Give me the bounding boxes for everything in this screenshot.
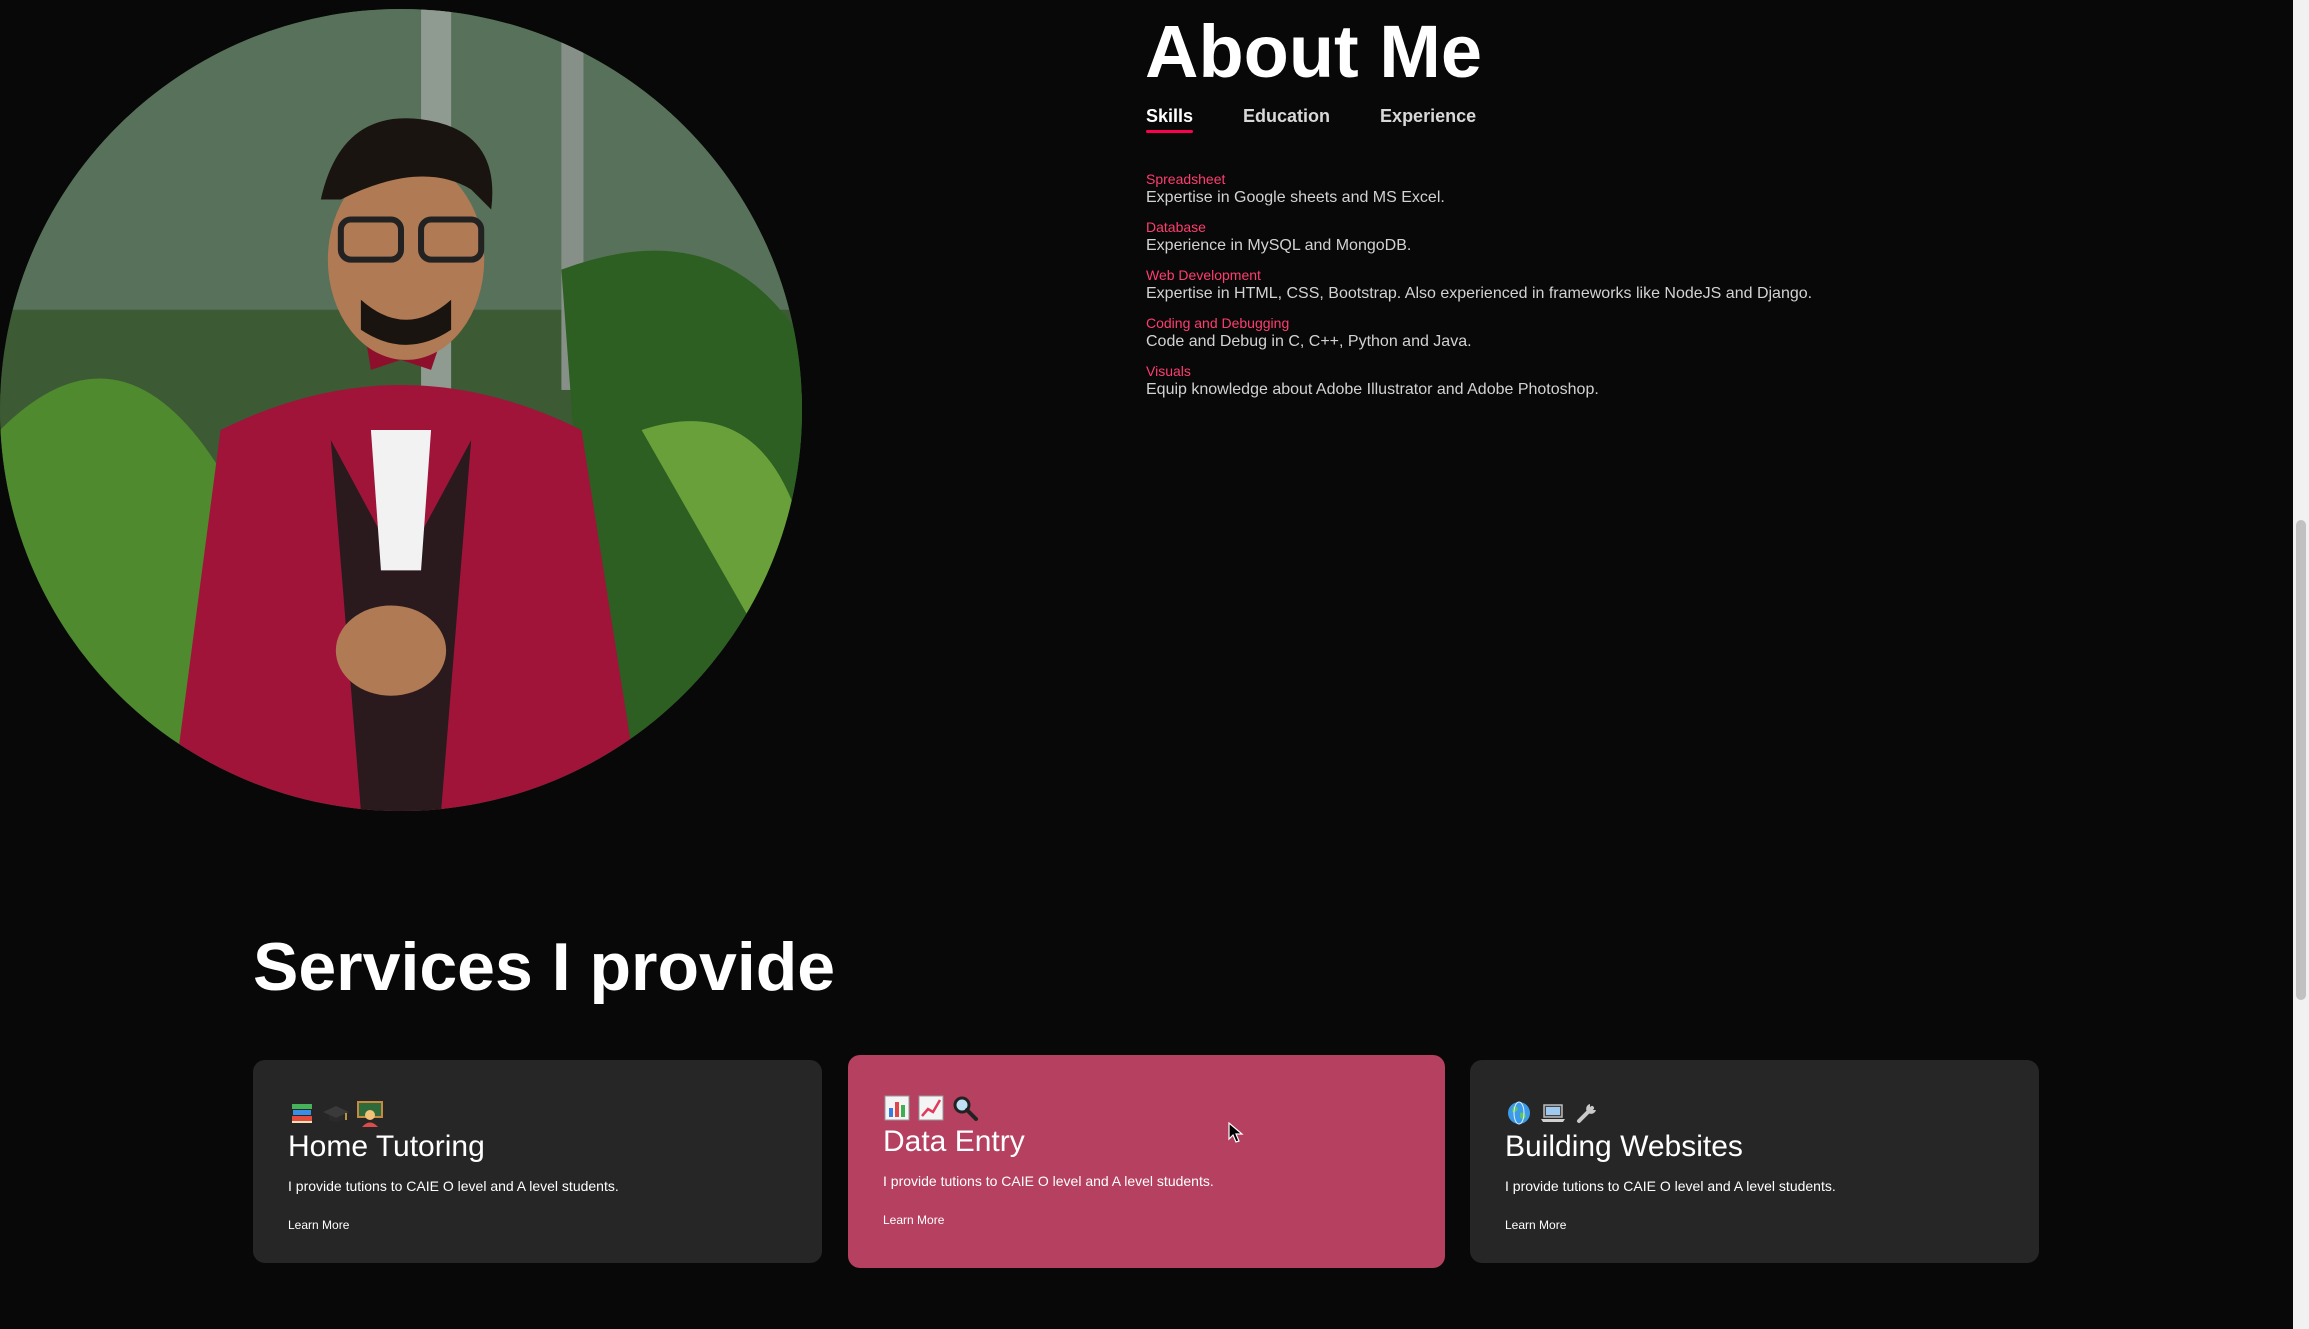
card-text: I provide tutions to CAIE O level and A … <box>1505 1178 1836 1194</box>
skill-name: Visuals <box>1146 363 1191 379</box>
services-title: Services I provide <box>253 929 836 1005</box>
service-card-home-tutoring[interactable]: Home Tutoring I provide tutions to CAIE … <box>253 1060 822 1263</box>
laptop-icon <box>1541 1104 1565 1122</box>
card-title: Building Websites <box>1505 1130 1743 1163</box>
service-card-building-websites[interactable]: Building Websites I provide tutions to C… <box>1470 1060 2039 1263</box>
skill-item: Coding and Debugging Code and Debug in C… <box>1146 314 2146 352</box>
service-card-data-entry[interactable]: Data Entry I provide tutions to CAIE O l… <box>848 1055 1445 1268</box>
tab-education[interactable]: Education <box>1243 106 1330 133</box>
about-tabs: Skills Education Experience <box>1146 106 1476 133</box>
about-title: About Me <box>1145 10 1483 93</box>
wrench-icon <box>1577 1104 1596 1123</box>
bar-chart-icon <box>884 1095 910 1121</box>
skill-name: Coding and Debugging <box>1146 315 1290 331</box>
learn-more-link[interactable]: Learn More <box>1505 1218 1566 1232</box>
skill-description: Expertise in Google sheets and MS Excel. <box>1146 189 1445 206</box>
skill-item: Visuals Equip knowledge about Adobe Illu… <box>1146 362 2146 400</box>
skill-item: Database Experience in MySQL and MongoDB… <box>1146 218 2146 256</box>
skill-item: Web Development Expertise in HTML, CSS, … <box>1146 266 2146 304</box>
skill-name: Spreadsheet <box>1146 171 1226 187</box>
skills-list: Spreadsheet Expertise in Google sheets a… <box>1146 170 2146 410</box>
skill-description: Expertise in HTML, CSS, Bootstrap. Also … <box>1146 285 1813 302</box>
skill-name: Database <box>1146 219 1206 235</box>
skill-description: Experience in MySQL and MongoDB. <box>1146 237 1412 254</box>
teacher-icon <box>357 1101 383 1127</box>
skill-description: Equip knowledge about Adobe Illustrator … <box>1146 381 1599 398</box>
tab-experience[interactable]: Experience <box>1380 106 1476 133</box>
portfolio-page: About Me Skills Education Experience Spr… <box>0 0 2309 1329</box>
tab-skills[interactable]: Skills <box>1146 106 1194 133</box>
card-title: Home Tutoring <box>288 1130 485 1163</box>
books-icon <box>292 1104 312 1123</box>
card-text: I provide tutions to CAIE O level and A … <box>288 1178 619 1194</box>
card-icons <box>1505 1098 2004 1128</box>
card-text: I provide tutions to CAIE O level and A … <box>883 1173 1214 1189</box>
card-icons <box>883 1093 1410 1123</box>
line-chart-icon <box>918 1095 944 1121</box>
mouse-cursor-icon <box>1228 1122 1244 1143</box>
card-title: Data Entry <box>883 1125 1025 1158</box>
graduation-cap-icon <box>323 1106 349 1122</box>
learn-more-link[interactable]: Learn More <box>883 1213 944 1227</box>
skill-item: Spreadsheet Expertise in Google sheets a… <box>1146 170 2146 208</box>
scrollbar[interactable] <box>2293 0 2309 1329</box>
scrollbar-thumb[interactable] <box>2296 520 2306 1000</box>
card-icons <box>288 1098 787 1128</box>
magnifier-icon <box>953 1096 978 1121</box>
globe-icon <box>1508 1101 1530 1125</box>
profile-photo <box>0 9 802 811</box>
skill-name: Web Development <box>1146 267 1261 283</box>
learn-more-link[interactable]: Learn More <box>288 1218 349 1232</box>
skill-description: Code and Debug in C, C++, Python and Jav… <box>1146 333 1472 350</box>
